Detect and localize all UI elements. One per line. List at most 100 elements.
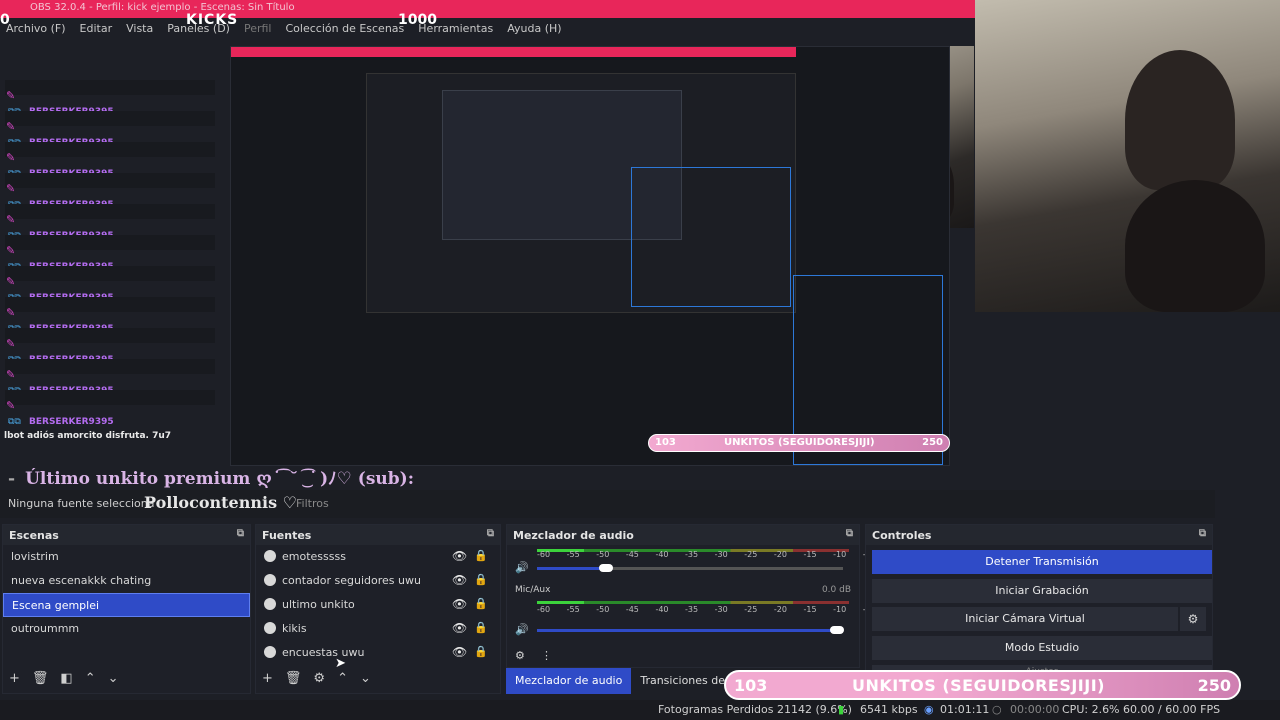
chat-message: ✎⧉⧉BERSERKER9395 — [0, 328, 215, 365]
followers-goal-bar: 103 UNKITOS (SEGUIDORESJIJI) 250 — [724, 670, 1241, 700]
eye-icon[interactable]: 👁 — [452, 573, 467, 587]
chat-message: ✎⧉⧉BERSERKER9395 — [0, 80, 215, 117]
menu-editar[interactable]: Editar — [80, 20, 113, 38]
undock-icon[interactable]: ⧉ — [846, 528, 853, 539]
bitrate: 6541 kbps — [860, 703, 918, 716]
undock-icon[interactable]: ⧉ — [1199, 528, 1206, 539]
meter-scale: -60 -55 -50 -45 -40 -35 -30 -25 -20 -15 … — [537, 605, 893, 614]
sources-list: emotesssss 👁 🔒 contador seguidores uwu 👁 🔒 ult… — [256, 545, 500, 665]
volume-knob[interactable] — [830, 626, 844, 634]
status-bar: Fotogramas Perdidos 21142 (9.6%) ▮ 6541 … — [0, 700, 1280, 720]
globe-icon — [264, 622, 276, 634]
trash-icon[interactable]: 🗑 — [32, 671, 49, 686]
sources-dock: Fuentes ⧉ emotesssss 👁 🔒 contador seguidore… — [255, 524, 501, 694]
sub-banner-text: Último unkito premium ღ ͘ ͡ ˘ ͜ ͡ ͘ )ﾉ♡ … — [25, 469, 414, 489]
menu-coleccion[interactable]: Colección de Escenas — [286, 20, 405, 38]
chevron-down-icon[interactable]: ⌄ — [360, 671, 371, 686]
lock-icon[interactable]: 🔒 — [474, 645, 488, 658]
scenes-title: Escenas — [9, 529, 59, 542]
chat-message: ✎⧉⧉BERSERKER9395 — [0, 359, 215, 396]
preview-canvas[interactable] — [230, 46, 950, 466]
chat-message: ✎⧉⧉BERSERKER9395 — [0, 111, 215, 148]
menu-paneles[interactable]: Paneles (D) — [167, 20, 230, 38]
sources-header: Fuentes ⧉ — [256, 525, 500, 545]
pen-icon: ✎ — [6, 120, 16, 133]
chat-bar — [5, 359, 215, 374]
audio-meter-mic — [537, 601, 849, 604]
pen-icon: ✎ — [6, 151, 16, 164]
volume-fill — [537, 629, 837, 632]
scene-item[interactable]: outroummm — [3, 617, 250, 641]
chevron-up-icon[interactable]: ⌃ — [85, 671, 96, 686]
menu-herramientas[interactable]: Herramientas — [418, 20, 493, 38]
mic-db-readout: 0.0 dB — [821, 585, 851, 595]
eye-icon[interactable]: 👁 — [452, 597, 467, 611]
source-item[interactable]: contador seguidores uwu 👁 🔒 — [256, 569, 500, 593]
speaker-icon[interactable]: 🔊 — [515, 623, 529, 636]
lock-icon[interactable]: 🔒 — [474, 621, 488, 634]
gear-icon[interactable]: ⚙ — [313, 671, 325, 686]
cpu-usage: CPU: 2.6% — [1062, 703, 1120, 716]
source-item[interactable]: emotesssss 👁 🔒 — [256, 545, 500, 569]
scene-item[interactable]: lovistrim — [3, 545, 250, 569]
tab-audio-mixer[interactable]: Mezclador de audio — [506, 668, 632, 694]
chevron-up-icon[interactable]: ⌃ — [337, 671, 348, 686]
more-vertical-icon[interactable]: ⋮ — [541, 649, 552, 662]
no-source-selected: Ninguna fuente selecciona — [8, 497, 155, 510]
source-toolbar: Ninguna fuente selecciona Pollocontennis… — [0, 490, 1215, 518]
source-name: Pollocontennis ♡ — [144, 493, 297, 512]
scene-item-selected[interactable]: Escena gemplei — [3, 593, 250, 617]
undock-icon[interactable]: ⧉ — [487, 528, 494, 539]
mixer-tabs: Mezclador de audio Transiciones de esc — [506, 668, 756, 694]
nested-goal-current: 103 — [655, 437, 676, 448]
trash-icon[interactable]: 🗑 — [285, 671, 302, 686]
filters-button[interactable]: Filtros — [296, 497, 329, 510]
sub-banner: - Último unkito premium ღ ͘ ͡ ˘ ͜ ͡ ͘ )ﾉ♡… — [8, 464, 414, 489]
controls-dock: Controles ⧉ Detener Transmisión Iniciar … — [865, 524, 1213, 694]
volume-knob[interactable] — [599, 564, 613, 572]
settings-link-icon[interactable]: ⚙ — [515, 649, 525, 662]
lock-icon[interactable]: 🔒 — [474, 597, 488, 610]
start-recording-button[interactable]: Iniciar Grabación — [872, 579, 1212, 603]
mic-channel-label: Mic/Aux — [515, 585, 551, 595]
source-item[interactable]: ultimo unkito 👁 🔒 — [256, 593, 500, 617]
lock-icon[interactable]: 🔒 — [474, 573, 488, 586]
scene-item[interactable]: nueva escenakkk chating — [3, 569, 250, 593]
audio-mixer-dock: Mezclador de audio ⧉ -60 -55 -50 -45 -40… — [506, 524, 892, 668]
source-label: kikis — [282, 622, 307, 635]
virtual-camera-button[interactable]: Iniciar Cámara Virtual — [872, 607, 1178, 631]
mixer-header: Mezclador de audio ⧉ — [507, 525, 859, 545]
stop-stream-button[interactable]: Detener Transmisión — [872, 550, 1212, 574]
chat-message: ✎⧉⧉BERSERKER9395 — [0, 142, 215, 179]
pen-icon: ✎ — [6, 399, 16, 412]
filter-icon[interactable]: ◧ — [60, 671, 72, 686]
eye-icon[interactable]: 👁 — [452, 645, 467, 659]
pen-icon: ✎ — [6, 89, 16, 102]
nested-outline-a — [631, 167, 791, 307]
source-item[interactable]: kikis 👁 🔒 — [256, 617, 500, 641]
eye-icon[interactable]: 👁 — [452, 549, 467, 563]
chat-bar — [5, 80, 215, 95]
chat-username: BERSERKER9395 — [29, 417, 114, 427]
gear-icon[interactable]: ⚙ — [1180, 607, 1206, 631]
source-label: contador seguidores uwu — [282, 574, 421, 587]
menu-perfil[interactable]: Perfil — [244, 20, 272, 38]
menu-vista[interactable]: Vista — [126, 20, 153, 38]
chevron-down-icon[interactable]: ⌄ — [108, 671, 119, 686]
speaker-icon[interactable]: 🔊 — [515, 561, 529, 574]
add-icon[interactable]: + — [9, 671, 20, 686]
lock-icon[interactable]: 🔒 — [474, 549, 488, 562]
menu-archivo[interactable]: Archivo (F) — [6, 20, 66, 38]
eye-icon[interactable]: 👁 — [452, 621, 467, 635]
add-icon[interactable]: + — [262, 671, 273, 686]
studio-mode-button[interactable]: Modo Estudio — [872, 636, 1212, 660]
scenes-header: Escenas ⧉ — [3, 525, 250, 545]
record-icon: ○ — [992, 703, 1002, 716]
globe-icon — [264, 646, 276, 658]
chat-bar — [5, 297, 215, 312]
undock-icon[interactable]: ⧉ — [237, 528, 244, 539]
source-item[interactable]: encuestas uwu 👁 🔒 — [256, 641, 500, 665]
menu-ayuda[interactable]: Ayuda (H) — [507, 20, 561, 38]
pen-icon: ✎ — [6, 275, 16, 288]
chat-bar — [5, 173, 215, 188]
